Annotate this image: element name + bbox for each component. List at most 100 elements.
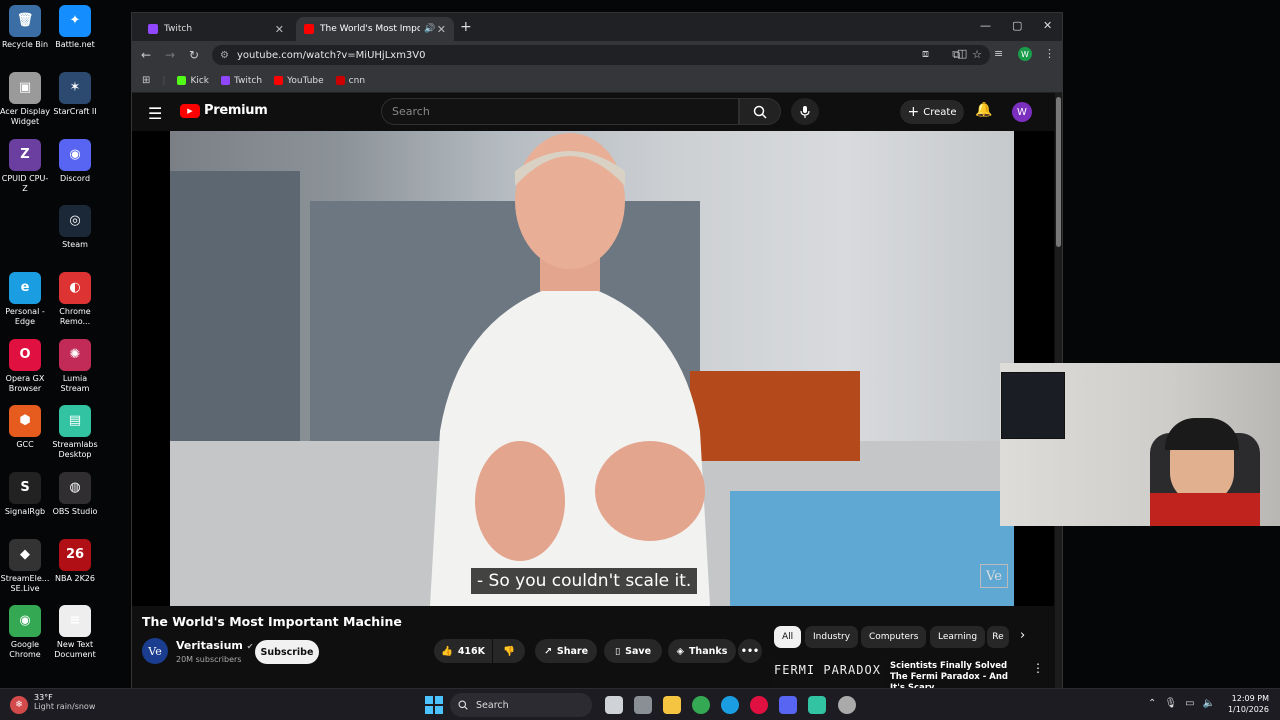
desktop-icon[interactable]: O Opera GX Browser — [0, 339, 50, 394]
desktop-icon[interactable]: ✺ Lumia Stream — [50, 339, 100, 394]
chevron-right-icon[interactable]: › — [1020, 628, 1025, 643]
desktop-icon[interactable]: ◉ Discord — [50, 139, 100, 184]
channel-avatar[interactable]: Ve — [142, 638, 168, 664]
new-tab-button[interactable]: + — [460, 19, 472, 35]
desktop-icon[interactable]: ✶ StarCraft II — [50, 72, 100, 117]
mic-tray-icon[interactable]: 🎙 — [1164, 698, 1177, 709]
tab-youtube[interactable]: The World's Most Importan 🔊 ✕ — [296, 17, 454, 41]
chip-industry[interactable]: Industry — [805, 626, 859, 648]
clock[interactable]: 12:09 PM 1/10/2026 — [1225, 693, 1269, 715]
search-button[interactable] — [739, 98, 781, 125]
chrome-taskbar-icon[interactable] — [692, 696, 710, 714]
task-view-icon[interactable] — [605, 696, 623, 714]
more-horiz-icon: ••• — [740, 645, 760, 657]
desktop-icon[interactable]: Z CPUID CPU-Z — [0, 139, 50, 194]
edge-taskbar-icon[interactable] — [721, 696, 739, 714]
streamlabs-taskbar-icon[interactable] — [808, 696, 826, 714]
extensions-icon[interactable]: ⧈ — [922, 47, 929, 61]
recommendation-thumbnail[interactable]: FERMI PARADOX — [772, 661, 884, 689]
back-icon[interactable]: ← — [134, 48, 158, 62]
taskbar-search[interactable]: Search — [450, 693, 592, 717]
subscribe-button[interactable]: Subscribe — [255, 640, 319, 664]
profile-avatar[interactable]: W — [1018, 47, 1032, 61]
chip-re[interactable]: Re — [987, 626, 1009, 648]
voice-search-button[interactable] — [791, 98, 819, 125]
desktop-icon[interactable]: ◎ Steam — [50, 205, 100, 250]
apps-grid-icon[interactable]: ⊞ — [142, 75, 150, 86]
dislike-button[interactable]: 👎 — [493, 639, 525, 663]
desktop-icon[interactable]: ◆ StreamEle... SE.Live — [0, 539, 50, 594]
maximize-button[interactable]: ▢ — [1012, 19, 1022, 32]
chip-learning[interactable]: Learning — [930, 626, 986, 648]
youtube-logo[interactable]: ▶ Premium — [180, 103, 268, 118]
desktop-icon[interactable]: ▤ Streamlabs Desktop — [50, 405, 100, 460]
chip-all[interactable]: All — [774, 626, 802, 648]
bookmark-star-icon[interactable]: ☆ — [972, 48, 982, 62]
discord-taskbar-icon[interactable] — [779, 696, 797, 714]
close-icon[interactable]: ✕ — [437, 23, 446, 36]
scroll-thumb[interactable] — [1056, 97, 1061, 247]
app-icon: ◎ — [59, 205, 91, 237]
create-button[interactable]: + Create — [900, 100, 964, 124]
chevron-up-icon[interactable]: ⌃ — [1148, 698, 1156, 709]
split-view-icon[interactable]: ◫ — [957, 47, 967, 60]
url-field[interactable]: ⚙ youtube.com/watch?v=MiUHjLxm3V0 ⧉ ☆ — [212, 45, 990, 65]
video-frame[interactable]: - So you couldn't scale it. — [170, 131, 1014, 606]
bookmark-kick[interactable]: Kick — [177, 76, 209, 86]
desktop-icon[interactable]: ◉ Google Chrome — [0, 605, 50, 660]
bookmark-youtube[interactable]: YouTube — [274, 76, 324, 86]
media-controls-icon[interactable]: ≡ — [994, 47, 1003, 60]
desktop-icon[interactable]: e Personal - Edge — [0, 272, 50, 327]
bookmark-cnn[interactable]: cnn — [335, 76, 365, 86]
notifications-bell-icon[interactable]: 🔔 — [975, 102, 992, 118]
desktop-icon[interactable]: S SignalRgb — [0, 472, 50, 517]
save-button[interactable]: ▯ Save — [604, 639, 662, 663]
start-button[interactable] — [425, 696, 443, 714]
channel-watermark[interactable]: Ve — [980, 564, 1008, 588]
like-button[interactable]: 👍 416K — [434, 639, 492, 663]
file-explorer-icon[interactable] — [663, 696, 681, 714]
url-text: youtube.com/watch?v=MiUHjLxm3V0 — [236, 49, 426, 61]
desktop-icon[interactable]: ⬢ GCC — [0, 405, 50, 450]
desktop-icon[interactable]: ◍ OBS Studio — [50, 472, 100, 517]
desktop-icon[interactable]: ▣ Acer Display Widget — [0, 72, 50, 127]
channel-name[interactable]: Veritasium ✔ — [176, 639, 253, 652]
desktop-icon[interactable]: ✦ Battle.net — [50, 5, 100, 50]
streamer-hair — [1165, 418, 1239, 450]
thanks-button[interactable]: ◈ Thanks — [668, 639, 736, 663]
desktop-icon[interactable]: 26 NBA 2K26 — [50, 539, 100, 584]
more-menu-icon[interactable]: ⋮ — [1044, 47, 1055, 60]
desktop-icon[interactable]: ◐ Chrome Remo... — [50, 272, 100, 327]
bookmark-twitch[interactable]: Twitch — [221, 76, 262, 86]
taskbar-search-label: Search — [476, 699, 509, 711]
share-button[interactable]: ↗ Share — [535, 639, 597, 663]
app-icon: 26 — [59, 539, 91, 571]
minimize-button[interactable]: — — [980, 19, 991, 32]
desktop-icon[interactable]: ≡ New Text Document — [50, 605, 100, 660]
network-icon[interactable]: ▭ — [1185, 698, 1194, 709]
volume-icon[interactable]: 🔈 — [1203, 698, 1215, 709]
more-vert-icon[interactable]: ⋮ — [1032, 661, 1044, 675]
site-info-icon[interactable]: ⚙ — [220, 50, 229, 61]
weather-widget[interactable]: ❄ 33°F Light rain/snow — [10, 693, 95, 714]
opera-gx-taskbar-icon[interactable] — [750, 696, 768, 714]
widgets-app-icon[interactable] — [634, 696, 652, 714]
desktop-icon[interactable]: 🗑 Recycle Bin — [0, 5, 50, 50]
avatar[interactable]: W — [1012, 102, 1032, 122]
chip-computers[interactable]: Computers — [861, 626, 927, 648]
forward-icon[interactable]: → — [158, 48, 182, 62]
search-input[interactable]: Search — [381, 98, 739, 125]
video-player[interactable]: - So you couldn't scale it. Ve — [132, 131, 1054, 606]
close-icon[interactable]: ✕ — [275, 23, 284, 36]
tab-title: The World's Most Importan — [320, 24, 420, 34]
hamburger-menu-icon[interactable]: ☰ — [148, 104, 162, 123]
speaker-icon[interactable]: 🔊 — [424, 24, 435, 34]
more-actions-button[interactable]: ••• — [738, 639, 762, 663]
tab-twitch[interactable]: Twitch ✕ — [140, 17, 292, 41]
desktop-icon-label: Lumia Stream — [60, 374, 90, 393]
app-icon: ✶ — [59, 72, 91, 104]
recommendation-title[interactable]: Scientists Finally Solved The Fermi Para… — [890, 661, 1020, 689]
app-taskbar-icon[interactable] — [838, 696, 856, 714]
close-window-button[interactable]: ✕ — [1043, 19, 1052, 32]
reload-icon[interactable]: ↻ — [182, 48, 206, 62]
